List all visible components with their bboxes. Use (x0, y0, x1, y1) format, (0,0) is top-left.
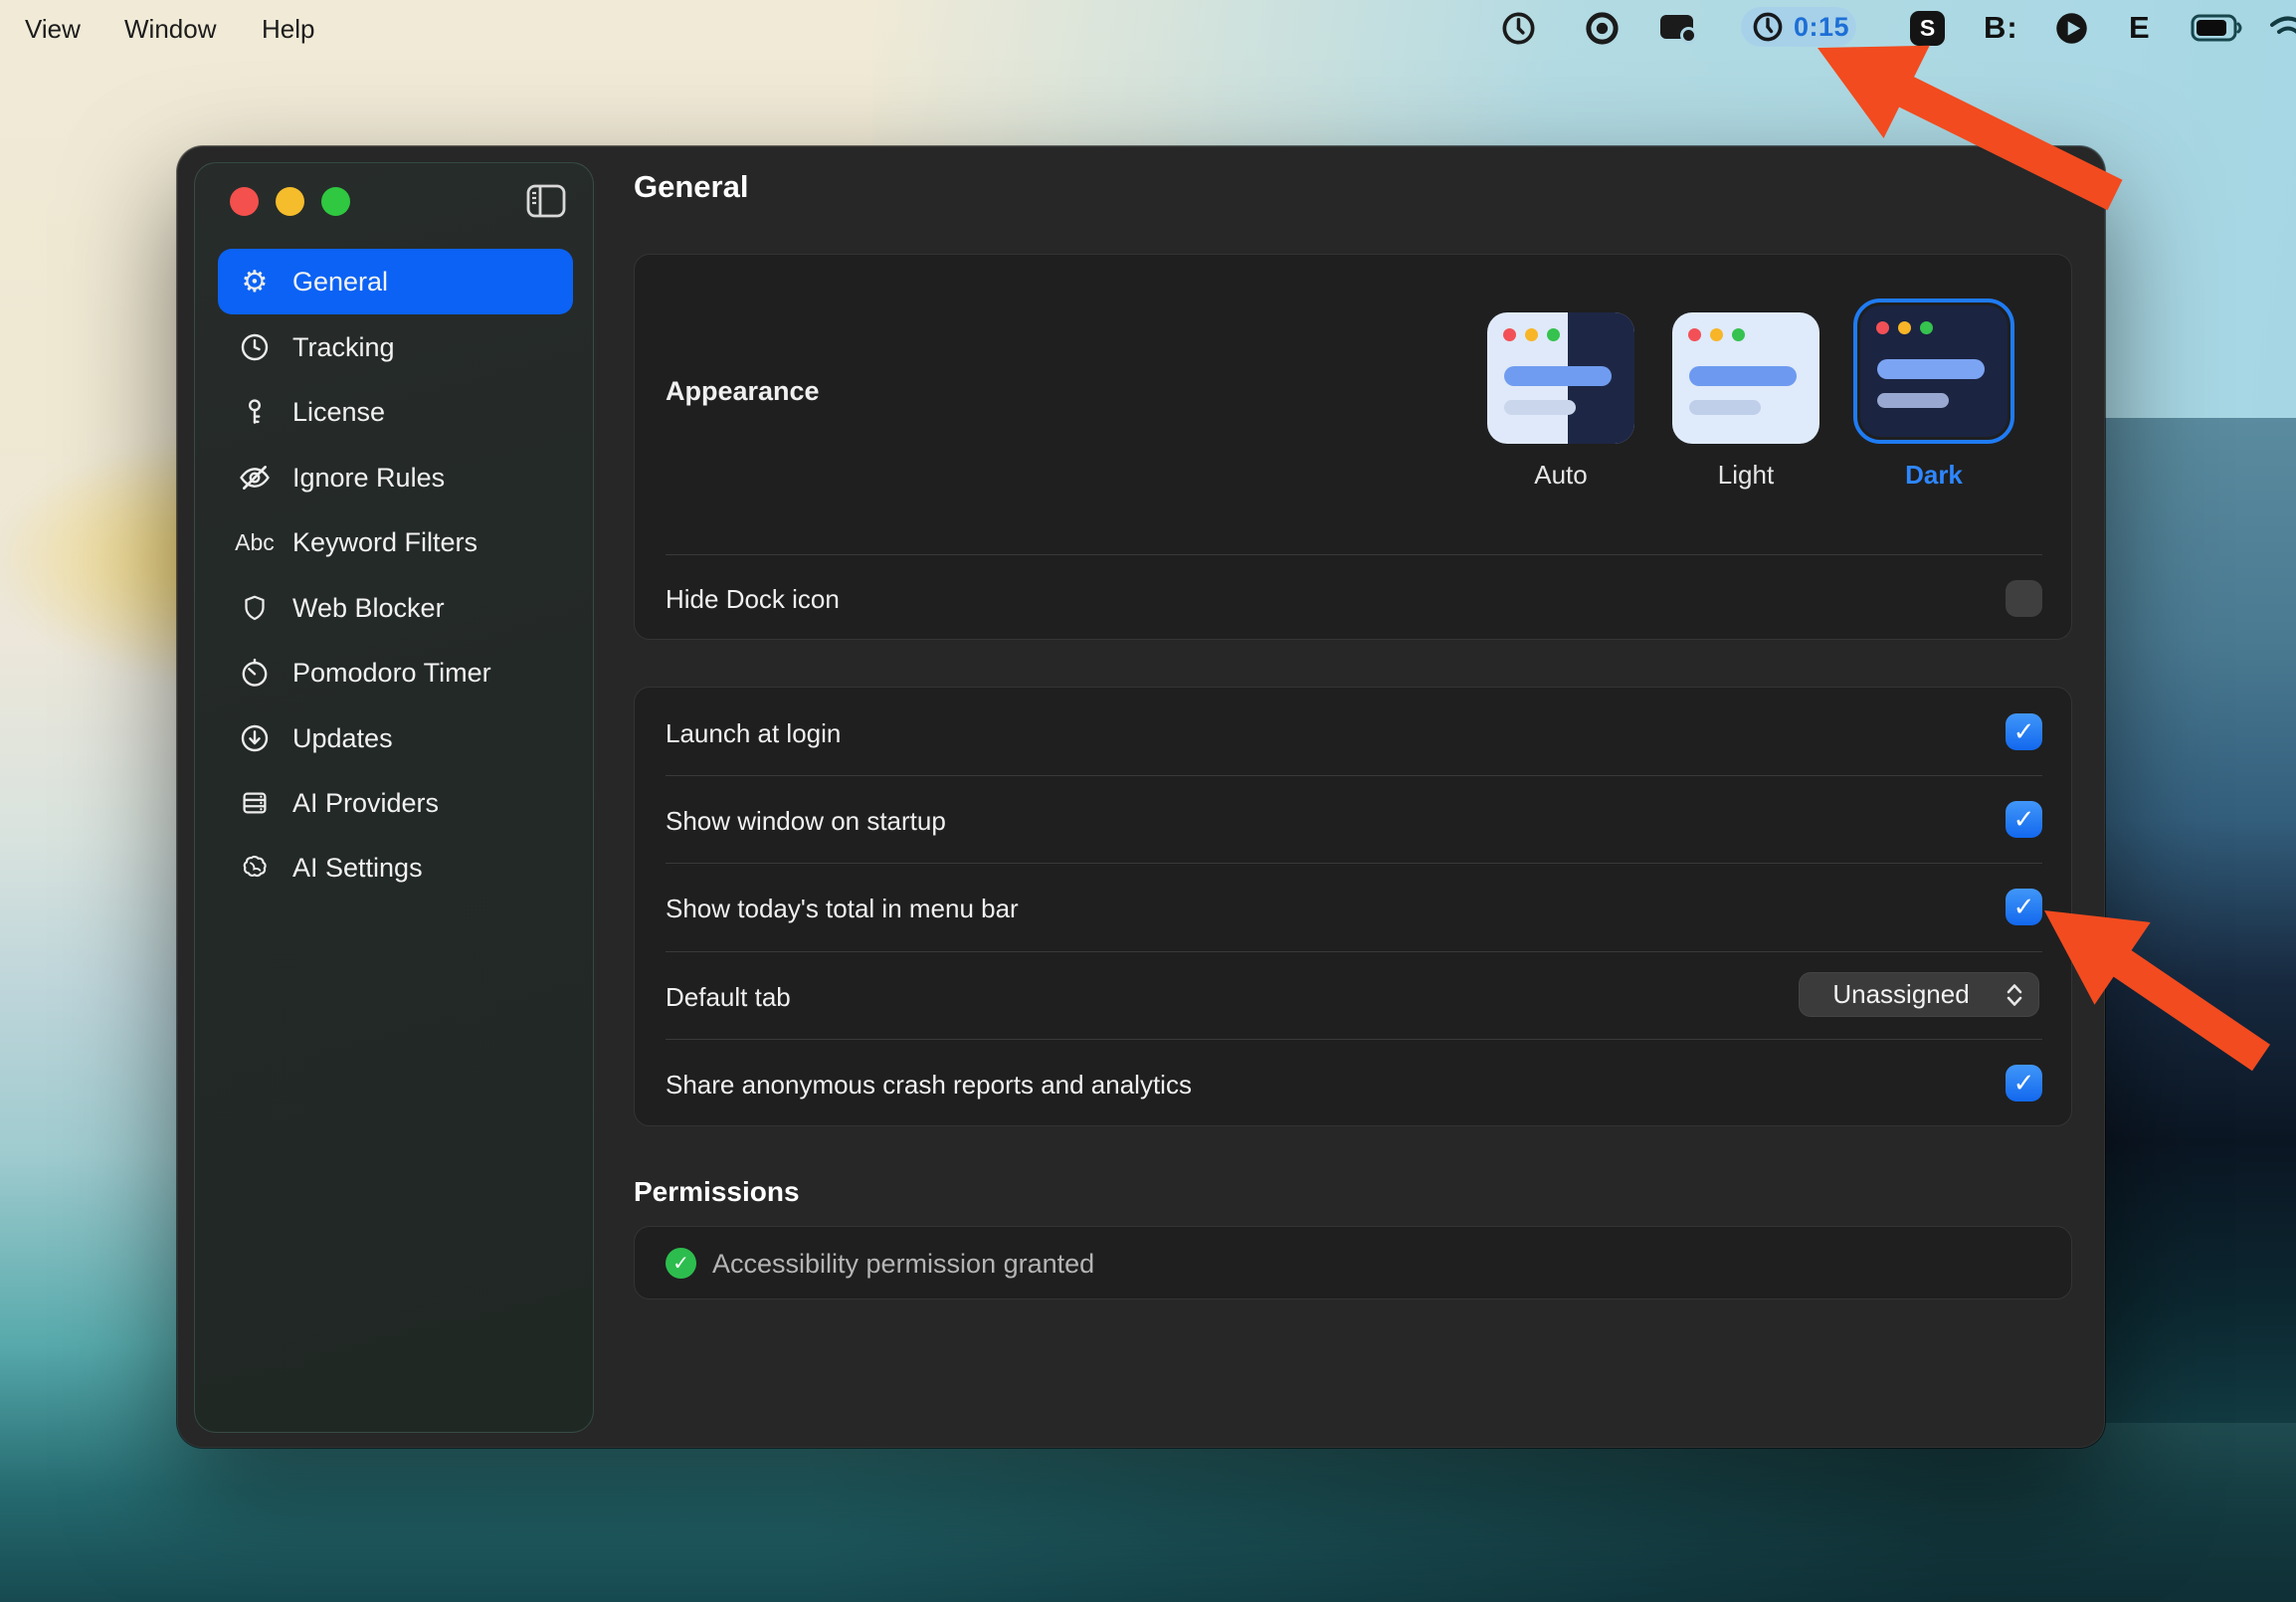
close-button[interactable] (230, 187, 259, 216)
page-title: General (634, 169, 748, 205)
divider (666, 775, 2042, 776)
divider (666, 863, 2042, 864)
hide-dock-checkbox[interactable] (2006, 580, 2042, 617)
e-app-icon[interactable]: E (2129, 8, 2151, 48)
wifi-icon[interactable] (2270, 8, 2296, 48)
show-total-menubar-label: Show today's total in menu bar (666, 894, 1019, 924)
menu-help[interactable]: Help (262, 13, 314, 45)
key-icon (233, 396, 277, 428)
hide-dock-label: Hide Dock icon (666, 584, 840, 615)
sidebar-item-updates[interactable]: Updates (218, 705, 573, 771)
sidebar-item-tracking[interactable]: Tracking (218, 314, 573, 380)
permission-status: Accessibility permission granted (712, 1249, 1094, 1280)
timer-pill-clock-icon (1751, 10, 1785, 44)
analytics-checkbox[interactable]: ✓ (2006, 1065, 2042, 1101)
default-tab-select[interactable]: Unassigned (1799, 972, 2039, 1017)
sidebar-item-keyword-filters[interactable]: Abc Keyword Filters (218, 509, 573, 575)
sidebar-item-license[interactable]: License (218, 379, 573, 445)
analytics-label: Share anonymous crash reports and analyt… (666, 1070, 1192, 1101)
clock-icon[interactable] (1500, 8, 1537, 48)
zoom-button[interactable] (321, 187, 350, 216)
s-app-icon[interactable]: S (1910, 8, 1945, 48)
record-icon[interactable] (1584, 8, 1621, 48)
sidebar-item-ai-settings[interactable]: AI Settings (218, 835, 573, 901)
show-window-startup-label: Show window on startup (666, 806, 946, 837)
menu-window[interactable]: Window (124, 13, 216, 45)
gear-icon: ⚙ (233, 265, 277, 300)
screen-recording-icon[interactable] (1657, 8, 1699, 48)
timer-icon (233, 657, 277, 689)
sidebar-item-ai-providers[interactable]: AI Providers (218, 770, 573, 836)
eye-off-icon (233, 461, 277, 495)
permissions-card: ✓ Accessibility permission granted (634, 1226, 2072, 1300)
show-window-startup-checkbox[interactable]: ✓ (2006, 801, 2042, 838)
battery-icon[interactable] (2191, 8, 2244, 48)
menu-view[interactable]: View (25, 13, 81, 45)
divider (666, 951, 2042, 952)
minimize-button[interactable] (276, 187, 304, 216)
appearance-card: Appearance Auto Light Dark Hide Do (634, 254, 2072, 640)
play-icon[interactable] (2053, 8, 2090, 48)
sidebar-item-general[interactable]: ⚙ General (218, 249, 573, 314)
sidebar: ⚙ General Tracking License Ignore Rules … (194, 162, 594, 1433)
clock-icon (233, 331, 277, 363)
launch-at-login-label: Launch at login (666, 718, 841, 749)
timer-pill-time: 0:15 (1794, 12, 1849, 43)
divider (666, 554, 2042, 555)
b-app-icon[interactable]: B: (1984, 8, 2018, 48)
server-icon (233, 787, 277, 819)
default-tab-label: Default tab (666, 982, 791, 1013)
show-total-menubar-checkbox[interactable]: ✓ (2006, 889, 2042, 925)
divider (666, 1039, 2042, 1040)
permissions-heading: Permissions (634, 1176, 800, 1208)
sidebar-item-web-blocker[interactable]: Web Blocker (218, 575, 573, 641)
sidebar-item-pomodoro-timer[interactable]: Pomodoro Timer (218, 640, 573, 705)
default-tab-value: Unassigned (1799, 979, 2004, 1010)
brain-icon (233, 852, 277, 884)
general-options-card: Launch at login ✓ Show window on startup… (634, 687, 2072, 1126)
chevron-up-down-icon (2004, 980, 2025, 1010)
download-icon (233, 722, 277, 754)
sidebar-item-ignore-rules[interactable]: Ignore Rules (218, 445, 573, 510)
timer-pill[interactable]: 0:15 (1741, 7, 1856, 47)
wallpaper-bottom-shade (0, 1423, 2296, 1602)
check-circle-icon: ✓ (666, 1248, 696, 1279)
launch-at-login-checkbox[interactable]: ✓ (2006, 713, 2042, 750)
appearance-label: Appearance (666, 376, 820, 407)
toggle-sidebar-icon[interactable] (526, 184, 566, 223)
abc-icon: Abc (233, 529, 277, 556)
shield-icon (233, 592, 277, 624)
